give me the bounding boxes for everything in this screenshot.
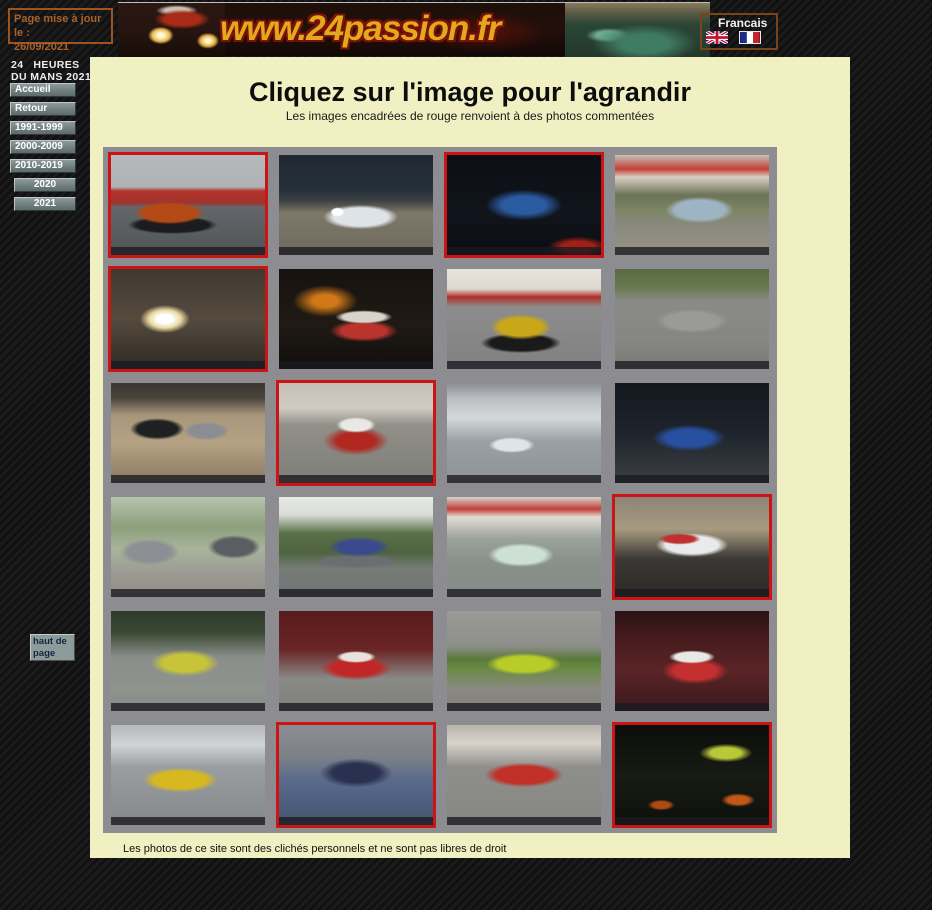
thumb-photo — [111, 383, 265, 483]
thumb-photo — [279, 725, 433, 825]
banner-prototype-photo — [118, 3, 225, 57]
gallery-thumb[interactable]: © Foti - 24passion.fr — [108, 608, 268, 714]
thumb-caption: © Foti - 24passion.fr — [447, 247, 601, 255]
thumb-photo — [111, 611, 265, 711]
gallery-thumb[interactable]: © Foti - 24passion.fr — [612, 380, 772, 486]
gallery-thumb[interactable]: © Foti - 24passion.fr — [276, 380, 436, 486]
gallery-thumb[interactable]: © Foti - 24passion.fr — [444, 494, 604, 600]
uk-flag-icon[interactable] — [706, 31, 728, 44]
sidebar-item-2021[interactable]: 2021 — [14, 197, 76, 211]
gallery-thumb[interactable]: © Foti - 24passion.fr — [612, 152, 772, 258]
thumb-caption: © Foti - 24passion.fr — [111, 247, 265, 255]
thumb-photo — [615, 611, 769, 711]
gallery-thumb[interactable]: © Foti - 24passion.fr — [612, 722, 772, 828]
thumb-photo — [615, 725, 769, 825]
thumb-photo — [111, 269, 265, 369]
gallery-thumb[interactable]: © Foti - 24passion.fr — [612, 494, 772, 600]
page-title: Cliquez sur l'image pour l'agrandir — [249, 77, 691, 107]
thumb-photo — [111, 725, 265, 825]
gallery-grid: © Foti - 24passion.fr © Foti - 24passion… — [103, 147, 777, 833]
thumb-caption: © Foti - 24passion.fr — [279, 247, 433, 255]
thumb-caption: © Foti - 24passion.fr — [111, 475, 265, 483]
gallery-thumb[interactable]: © Foti - 24passion.fr — [444, 608, 604, 714]
thumb-photo — [111, 155, 265, 255]
thumb-photo — [615, 497, 769, 597]
france-flag-icon[interactable] — [739, 31, 761, 44]
gallery-thumb[interactable]: © Foti - 24passion.fr — [108, 722, 268, 828]
thumb-caption: © Foti - 24passion.fr — [111, 817, 265, 825]
gallery-thumb[interactable]: © Foti - 24passion.fr — [612, 608, 772, 714]
gallery-thumb[interactable]: © Foti - 24passion.fr — [444, 152, 604, 258]
gallery-thumb[interactable]: © Foti - 24passion.fr — [108, 152, 268, 258]
thumb-caption: © Foti - 24passion.fr — [279, 589, 433, 597]
thumb-photo — [615, 269, 769, 369]
gallery-thumb[interactable]: © Foti - 24passion.fr — [276, 152, 436, 258]
thumb-caption: © Foti - 24passion.fr — [447, 361, 601, 369]
page-subtitle: Les images encadrées de rouge renvoient … — [285, 109, 655, 123]
gallery-thumb[interactable]: © Foti - 24passion.fr — [276, 722, 436, 828]
thumb-caption: © Foti - 24passion.fr — [447, 475, 601, 483]
gallery-thumb[interactable]: © Foti - 24passion.fr — [444, 266, 604, 372]
thumb-photo — [279, 269, 433, 369]
thumb-caption: © Foti - 24passion.fr — [615, 361, 769, 369]
thumb-photo — [447, 725, 601, 825]
thumb-caption: © Foti - 24passion.fr — [111, 703, 265, 711]
language-label: Francais — [718, 16, 768, 30]
thumb-photo — [279, 611, 433, 711]
thumb-photo — [447, 155, 601, 255]
thumb-caption: © Foti - 24passion.fr — [111, 589, 265, 597]
thumb-caption: © Foti - 24passion.fr — [615, 817, 769, 825]
gallery-thumb[interactable]: © Foti - 24passion.fr — [444, 722, 604, 828]
thumb-photo — [279, 497, 433, 597]
last-updated-label: Page mise à jour le : — [14, 13, 102, 39]
gallery-thumb[interactable]: © Foti - 24passion.fr — [276, 608, 436, 714]
sidebar-nav: Accueil Retour 1991-1999 2000-2009 2010-… — [10, 83, 76, 216]
thumb-photo — [279, 383, 433, 483]
thumb-caption: © Foti - 24passion.fr — [279, 817, 433, 825]
thumb-caption: © Foti - 24passion.fr — [615, 475, 769, 483]
thumb-photo — [447, 383, 601, 483]
thumb-photo — [279, 155, 433, 255]
thumb-caption: © Foti - 24passion.fr — [447, 817, 601, 825]
banner-astonmartin-photo — [565, 3, 710, 57]
thumb-photo — [615, 155, 769, 255]
thumb-caption: © Foti - 24passion.fr — [279, 361, 433, 369]
gallery-thumb[interactable]: © Foti - 24passion.fr — [108, 266, 268, 372]
language-box: Francais — [700, 13, 778, 50]
thumb-photo — [447, 269, 601, 369]
sidebar-item-1991-1999[interactable]: 1991-1999 — [10, 121, 76, 135]
gallery-thumb[interactable]: © Foti - 24passion.fr — [276, 266, 436, 372]
thumb-photo — [111, 497, 265, 597]
thumb-caption: © Foti - 24passion.fr — [279, 703, 433, 711]
gallery-thumb[interactable]: © Foti - 24passion.fr — [612, 266, 772, 372]
back-to-top-button[interactable]: haut de page — [30, 634, 75, 661]
sidebar-item-2000-2009[interactable]: 2000-2009 — [10, 140, 76, 154]
gallery-thumb[interactable]: © Foti - 24passion.fr — [108, 380, 268, 486]
last-updated-date: 26/09/2021 — [14, 41, 70, 53]
gallery-thumb[interactable]: © Foti - 24passion.fr — [108, 494, 268, 600]
thumb-caption: © Foti - 24passion.fr — [111, 361, 265, 369]
thumb-caption: © Foti - 24passion.fr — [447, 589, 601, 597]
thumb-caption: © Foti - 24passion.fr — [615, 703, 769, 711]
sidebar-item-2010-2019[interactable]: 2010-2019 — [10, 159, 76, 173]
gallery-thumb[interactable]: © Foti - 24passion.fr — [444, 380, 604, 486]
site-url-text: www.24passion.fr — [220, 9, 501, 48]
sidebar-item-2020[interactable]: 2020 — [14, 178, 76, 192]
sidebar-item-accueil[interactable]: Accueil — [10, 83, 76, 97]
thumb-caption: © Foti - 24passion.fr — [615, 589, 769, 597]
thumb-caption: © Foti - 24passion.fr — [447, 703, 601, 711]
sidebar-title: 24 HEURES DU MANS 2021 — [11, 59, 92, 83]
site-banner[interactable]: www.24passion.fr — [118, 2, 710, 57]
main-panel: Cliquez sur l'image pour l'agrandir Les … — [90, 57, 850, 858]
sidebar-item-retour[interactable]: Retour — [10, 102, 76, 116]
thumb-caption: © Foti - 24passion.fr — [615, 247, 769, 255]
gallery-thumb[interactable]: © Foti - 24passion.fr — [276, 494, 436, 600]
thumb-photo — [615, 383, 769, 483]
page-background: Page mise à jour le : 26/09/2021 www.24p… — [0, 0, 932, 910]
thumb-photo — [447, 497, 601, 597]
thumb-caption: © Foti - 24passion.fr — [279, 475, 433, 483]
thumb-photo — [447, 611, 601, 711]
last-updated-box: Page mise à jour le : 26/09/2021 — [8, 8, 113, 53]
copyright-note: Les photos de ce site sont des clichés p… — [123, 843, 507, 855]
